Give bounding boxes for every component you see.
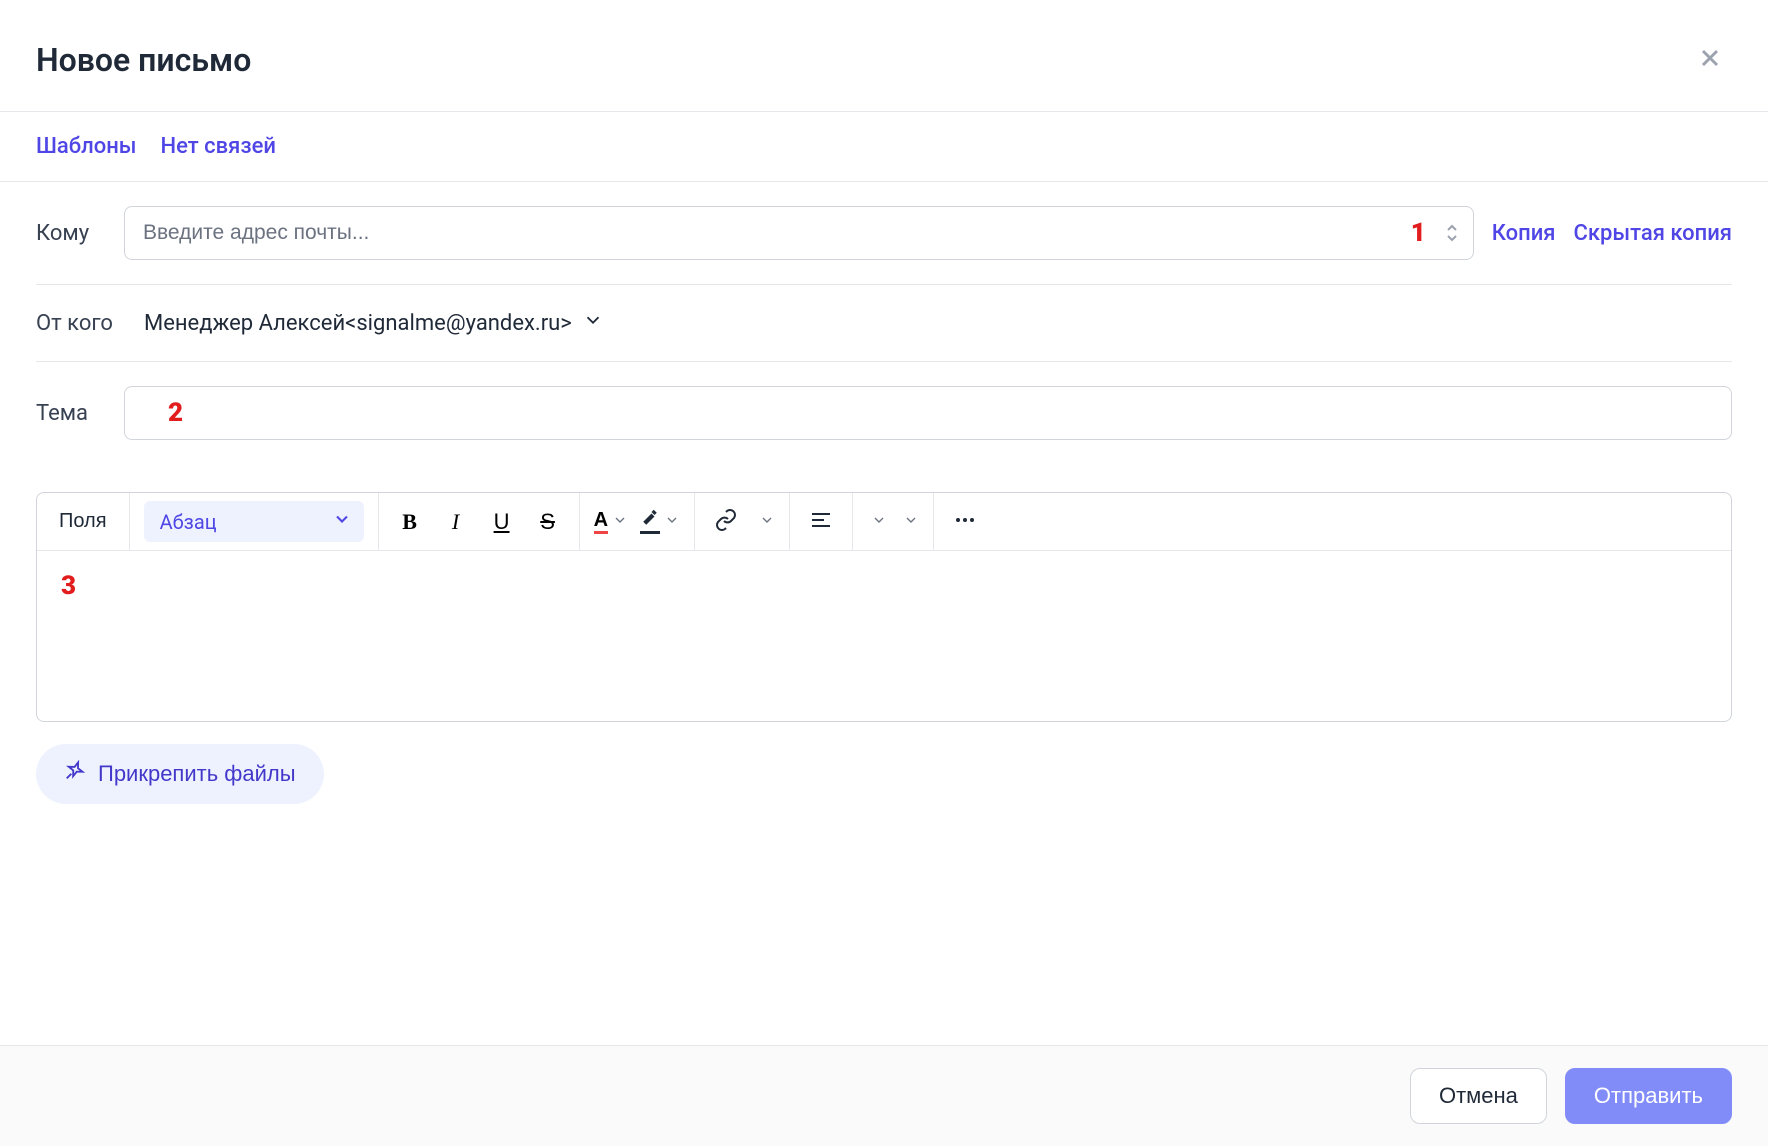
cc-link[interactable]: Копия (1492, 221, 1556, 246)
numbered-list-button[interactable]: 123 (893, 499, 925, 545)
underline-icon: U (494, 509, 510, 535)
to-input-wrap: 1 (124, 206, 1474, 260)
compose-title: Новое письмо (36, 41, 251, 79)
more-horizontal-icon (953, 508, 977, 535)
chevron-down-icon (903, 512, 919, 531)
strikethrough-icon: S (540, 509, 555, 535)
from-label: От кого (36, 311, 126, 336)
toolbar-group-lists: 123 (853, 493, 934, 550)
underline-button[interactable]: U (479, 499, 525, 545)
format-select[interactable]: Абзац (144, 501, 364, 542)
toolbar-group-insert (695, 493, 790, 550)
templates-link[interactable]: Шаблоны (36, 134, 136, 159)
from-value: Менеджер Алексей<signalme@yandex.ru> (144, 311, 572, 336)
chevron-down-icon (612, 512, 628, 531)
annotation-marker-3: 3 (61, 571, 76, 601)
to-row: Кому 1 Копия Скрытая копия (36, 182, 1732, 285)
subject-label: Тема (36, 401, 106, 426)
cc-bcc-links: Копия Скрытая копия (1492, 221, 1732, 246)
strike-button[interactable]: S (525, 499, 571, 545)
compose-form: Кому 1 Копия Скрытая копия От кого Менед… (0, 182, 1768, 464)
attach-files-button[interactable]: Прикрепить файлы (36, 744, 324, 804)
text-color-button[interactable]: A (588, 499, 634, 545)
subject-row: Тема 2 (36, 362, 1732, 464)
bcc-link[interactable]: Скрытая копия (1574, 221, 1733, 246)
compose-header: Новое письмо (0, 0, 1768, 111)
from-row: От кого Менеджер Алексей<signalme@yandex… (36, 285, 1732, 362)
to-label: Кому (36, 221, 106, 246)
toolbar-group-more (934, 493, 996, 550)
up-down-icon[interactable] (1444, 223, 1460, 243)
toolbar-group-color: A (580, 493, 695, 550)
italic-button[interactable]: I (433, 499, 479, 545)
highlight-button[interactable] (634, 499, 686, 545)
link-icon (714, 508, 738, 535)
bold-button[interactable]: B (387, 499, 433, 545)
from-selector[interactable]: Менеджер Алексей<signalme@yandex.ru> (144, 309, 604, 337)
editor-body[interactable]: 3 (37, 551, 1731, 721)
chevron-down-icon (582, 309, 604, 337)
align-button[interactable] (798, 499, 844, 545)
close-button[interactable] (1688, 36, 1732, 83)
chevron-down-icon (759, 512, 775, 531)
table-button[interactable] (749, 499, 781, 545)
no-links-link[interactable]: Нет связей (160, 134, 275, 159)
subject-input[interactable] (124, 386, 1732, 440)
bold-icon: B (402, 509, 417, 535)
editor-toolbar: Поля Абзац B I U S A (37, 493, 1731, 551)
link-button[interactable] (703, 499, 749, 545)
compose-footer: Отмена Отправить (0, 1045, 1768, 1146)
toolbar-group-fields: Поля (37, 493, 130, 550)
toolbar-group-align (790, 493, 853, 550)
chevron-down-icon (332, 509, 352, 534)
format-select-label: Абзац (160, 510, 217, 534)
toolbar-group-format: Абзац (130, 493, 379, 550)
bullet-list-button[interactable] (861, 499, 893, 545)
fields-button[interactable]: Поля (45, 493, 121, 550)
chevron-down-icon (871, 512, 887, 531)
italic-icon: I (452, 509, 459, 535)
attach-icon (64, 760, 86, 788)
compose-subheader: Шаблоны Нет связей (0, 111, 1768, 182)
align-left-icon (809, 508, 833, 535)
editor: Поля Абзац B I U S A (36, 492, 1732, 722)
send-button[interactable]: Отправить (1565, 1068, 1732, 1124)
cancel-button[interactable]: Отмена (1410, 1068, 1547, 1124)
text-color-icon: A (594, 510, 608, 534)
attach-label: Прикрепить файлы (98, 761, 296, 787)
subject-input-wrap: 2 (124, 386, 1732, 440)
chevron-down-icon (664, 512, 680, 531)
attach-row: Прикрепить файлы (0, 722, 1768, 836)
close-icon (1696, 44, 1724, 75)
to-input[interactable] (124, 206, 1474, 260)
toolbar-group-textstyle: B I U S (379, 493, 580, 550)
more-button[interactable] (942, 499, 988, 545)
highlight-icon (640, 509, 660, 534)
